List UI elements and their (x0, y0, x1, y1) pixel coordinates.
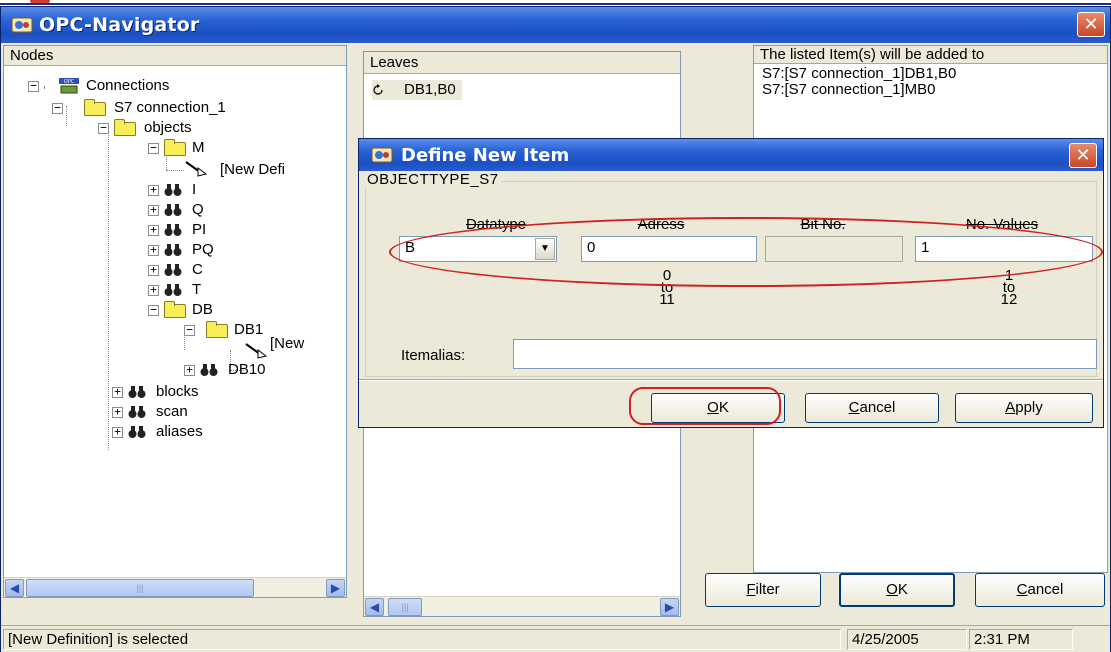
binoculars-icon (128, 386, 146, 398)
binoculars-icon (164, 224, 182, 236)
expand-icon[interactable]: + (148, 184, 159, 196)
expand-icon[interactable]: + (148, 244, 159, 256)
item-entry[interactable]: S7:[S7 connection_1]MB0 (762, 82, 935, 98)
dialog-apply-button[interactable]: Apply (955, 393, 1093, 423)
tree-label: [New Defi (220, 161, 286, 178)
close-icon: ✕ (1075, 145, 1091, 165)
window-close-button[interactable]: ✕ (1077, 12, 1105, 37)
highlight-ellipse-ok (629, 387, 781, 425)
dialog-cancel-button[interactable]: Cancel (805, 393, 939, 423)
top-rule (0, 3, 1111, 5)
binoculars-icon (164, 184, 182, 196)
tree-label: C (192, 261, 203, 278)
tree-label: PI (192, 221, 207, 238)
itemalias-input[interactable] (513, 339, 1097, 369)
binoculars-icon (200, 364, 218, 376)
collapse-icon[interactable]: − (52, 102, 63, 114)
leaves-header: Leaves (364, 52, 680, 74)
binoculars-icon (164, 244, 182, 256)
group-label: OBJECTTYPE_S7 (365, 171, 501, 188)
binoculars-icon (128, 406, 146, 418)
expand-icon[interactable]: + (112, 406, 123, 418)
dialog-titlebar[interactable]: Define New Item ✕ (359, 139, 1103, 171)
main-cancel-button[interactable]: Cancel (975, 573, 1105, 607)
expand-icon[interactable]: + (184, 364, 195, 376)
tree-label: DB10 (228, 361, 266, 378)
scroll-left-icon[interactable]: ◀ (365, 598, 384, 616)
itemalias-label: Itemalias: (401, 347, 466, 364)
window-title: OPC-Navigator (39, 14, 200, 36)
status-bar: [New Definition] is selected 4/25/2005 2… (1, 625, 1110, 652)
tree-label: Connections (86, 77, 170, 94)
tree-label: M (192, 139, 205, 156)
opc-app-icon (11, 17, 33, 33)
status-time: 2:31 PM (969, 629, 1073, 650)
svg-text:OPC: OPC (64, 79, 75, 85)
scroll-thumb[interactable]: ||| (26, 579, 254, 597)
scroll-left-icon[interactable]: ◀ (5, 579, 24, 597)
tree-label: Q (192, 201, 204, 218)
collapse-icon[interactable]: − (98, 122, 109, 134)
dialog-separator (359, 379, 1103, 381)
close-icon: ✕ (1083, 14, 1099, 34)
tree-label: blocks (156, 383, 199, 400)
expand-icon[interactable]: + (148, 204, 159, 216)
folder-icon (84, 99, 106, 116)
tree-label: objects (144, 119, 192, 136)
tree-label: [New (270, 335, 305, 352)
folder-icon (164, 139, 186, 156)
tree-label: DB (192, 301, 213, 318)
folder-icon (114, 119, 136, 136)
new-definition-icon (185, 161, 208, 177)
scroll-thumb[interactable]: ||| (388, 598, 422, 616)
collapse-icon[interactable]: − (184, 324, 195, 336)
folder-icon (206, 321, 228, 338)
status-message: [New Definition] is selected (3, 629, 841, 650)
expand-icon[interactable]: + (148, 224, 159, 236)
opc-app-icon (371, 147, 393, 163)
binoculars-icon (164, 284, 182, 296)
leaf-label: DB1,B0 (404, 81, 456, 98)
leaves-hscrollbar[interactable]: ◀ ||| ▶ (364, 596, 680, 616)
nodes-pane: Nodes − OPC Connections − S7 connection_… (3, 45, 347, 598)
nodes-header: Nodes (4, 46, 346, 66)
expand-icon[interactable]: + (112, 426, 123, 438)
highlight-ellipse-fields (389, 217, 1103, 287)
define-new-item-dialog: Define New Item ✕ OBJECTTYPE_S7 Datatype… (358, 138, 1104, 428)
dialog-title: Define New Item (401, 145, 570, 166)
nodes-hscrollbar[interactable]: ◀ ||| ▶ (4, 577, 346, 597)
folder-icon (164, 301, 186, 318)
expand-icon[interactable]: + (112, 386, 123, 398)
scroll-right-icon[interactable]: ▶ (326, 579, 345, 597)
tree-label: PQ (192, 241, 214, 258)
scroll-right-icon[interactable]: ▶ (660, 598, 679, 616)
binoculars-icon (164, 204, 182, 216)
collapse-icon[interactable]: − (148, 142, 159, 154)
filter-button[interactable]: Filter (705, 573, 821, 607)
items-header: The listed Item(s) will be added to (754, 46, 1107, 64)
opc-connections-icon: OPC (59, 78, 79, 94)
status-date: 4/25/2005 (847, 629, 967, 650)
tree-label: scan (156, 403, 188, 420)
collapse-icon[interactable]: − (28, 80, 39, 92)
dialog-close-button[interactable]: ✕ (1069, 143, 1097, 168)
main-ok-button[interactable]: OK (839, 573, 955, 607)
tree-label: DB1 (234, 321, 264, 338)
item-entry[interactable]: S7:[S7 connection_1]DB1,B0 (762, 66, 956, 82)
leaf-item[interactable]: DB1,B0 (372, 80, 462, 100)
binoculars-icon (128, 426, 146, 438)
binoculars-icon (164, 264, 182, 276)
tree-label: T (192, 281, 202, 298)
tree-label: S7 connection_1 (114, 99, 226, 116)
tree-label: I (192, 181, 197, 198)
window-titlebar[interactable]: OPC-Navigator ✕ (1, 7, 1110, 43)
collapse-icon[interactable]: − (148, 304, 159, 316)
tree-label: aliases (156, 423, 203, 440)
expand-icon[interactable]: + (148, 284, 159, 296)
expand-icon[interactable]: + (148, 264, 159, 276)
refresh-icon (373, 84, 383, 95)
